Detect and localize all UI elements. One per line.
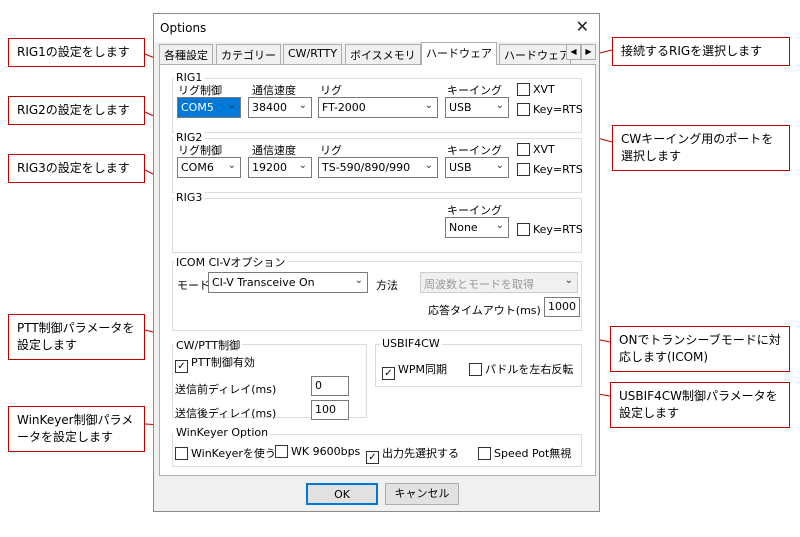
keying-header: キーイング	[447, 84, 502, 97]
ptt-pre-delay-field[interactable]: 0	[311, 376, 349, 396]
rig-header-2: リグ	[320, 144, 342, 157]
rig2-port-select[interactable]: COM6 ⌄	[177, 157, 241, 178]
tab-category[interactable]: カテゴリー	[216, 44, 281, 64]
rig3-keyrts-checkbox[interactable]: Key=RTS	[517, 223, 583, 236]
winkeyer-use-checkbox[interactable]: WinKeyerを使う	[175, 445, 276, 461]
annotation-usbif: USBIF4CW制御パラメータを設定します	[610, 382, 790, 428]
rig-header: リグ	[320, 84, 342, 97]
rig1-baud-select[interactable]: 38400 ⌄	[248, 97, 312, 118]
chevron-down-icon: ⌄	[354, 275, 363, 286]
icom-mode-select[interactable]: CI-V Transceive On ⌄	[208, 272, 368, 293]
annotation-cwkey: CWキーイング用のポートを選択します	[612, 125, 790, 171]
chevron-down-icon: ⌄	[495, 100, 504, 111]
winkeyer-label: WinKeyer Option	[174, 426, 271, 439]
icom-method-select[interactable]: 周波数とモードを取得 ⌄	[420, 272, 578, 293]
rig1-keying-select[interactable]: USB ⌄	[445, 97, 509, 118]
ok-button[interactable]: OK	[306, 483, 378, 505]
winkeyer-output-checkbox[interactable]: ✓ 出力先選択する	[366, 445, 459, 464]
tab-general[interactable]: 各種設定	[159, 44, 213, 64]
annotation-icom: ONでトランシーブモードに対応します(ICOM)	[610, 326, 790, 372]
rig1-xvt-checkbox[interactable]: XVT	[517, 83, 555, 96]
tab-scroll-right-icon[interactable]: ▶	[581, 44, 596, 60]
cancel-button[interactable]: キャンセル	[385, 483, 459, 505]
baud-header: 通信速度	[252, 84, 296, 97]
tab-cw-rtty[interactable]: CW/RTTY	[283, 44, 343, 64]
chevron-down-icon: ⌄	[424, 100, 433, 111]
rig2-keying-select[interactable]: USB ⌄	[445, 157, 509, 178]
usbif-wpm-sync-checkbox[interactable]: ✓ WPM同期	[382, 361, 447, 380]
icom-mode-label: モード	[177, 279, 210, 292]
rig2-keyrts-checkbox[interactable]: Key=RTS	[517, 163, 583, 176]
rig2-xvt-checkbox[interactable]: XVT	[517, 143, 555, 156]
rig-control-header: リグ制御	[178, 84, 222, 97]
rig1-port-select[interactable]: COM5 ⌄	[177, 97, 241, 118]
chevron-down-icon: ⌄	[564, 275, 573, 286]
usbif-paddle-swap-checkbox[interactable]: パドルを左右反転	[469, 361, 573, 377]
rig1-keyrts-checkbox[interactable]: Key=RTS	[517, 103, 583, 116]
rig1-rig-select[interactable]: FT-2000 ⌄	[318, 97, 438, 118]
rig3-label: RIG3	[174, 191, 205, 204]
chevron-down-icon: ⌄	[495, 160, 504, 171]
ptt-label: CW/PTT制御	[174, 337, 243, 353]
ptt-post-delay-field[interactable]: 100	[311, 400, 349, 420]
chevron-down-icon: ⌄	[298, 100, 307, 111]
rig2-baud-select[interactable]: 19200 ⌄	[248, 157, 312, 178]
annotation-connect: 接続するRIGを選択します	[612, 37, 790, 66]
chevron-down-icon: ⌄	[424, 160, 433, 171]
options-dialog: Options ✕ 各種設定 カテゴリー CW/RTTY ボイスメモリ ハードウ…	[153, 13, 600, 512]
icom-timeout-label: 応答タイムアウト(ms)	[428, 304, 541, 317]
icom-label: ICOM CI-Vオプション	[174, 254, 288, 270]
ptt-post-delay-label: 送信後ディレイ(ms)	[175, 407, 277, 420]
winkeyer-9600-checkbox[interactable]: WK 9600bps	[275, 445, 360, 458]
tab-strip: 各種設定 カテゴリー CW/RTTY ボイスメモリ ハードウェア ハードウェア …	[159, 42, 596, 65]
chevron-down-icon: ⌄	[298, 160, 307, 171]
keying-header-3: キーイング	[447, 204, 502, 217]
tab-hardware-2[interactable]: ハードウェア	[499, 44, 571, 64]
annotation-rig3: RIG3の設定をします	[8, 154, 145, 183]
dialog-title: Options	[160, 21, 207, 35]
annotation-rig1: RIG1の設定をします	[8, 38, 145, 67]
rig-control-header-2: リグ制御	[178, 144, 222, 157]
title-bar: Options ✕	[154, 14, 599, 42]
usbif-label: USBIF4CW	[380, 337, 442, 350]
tab-scroll-left-icon[interactable]: ◀	[566, 44, 581, 60]
chevron-down-icon: ⌄	[227, 100, 236, 111]
close-icon[interactable]: ✕	[576, 17, 589, 36]
annotation-winkeyer: WinKeyer制御パラメータを設定します	[8, 406, 145, 452]
annotation-rig2: RIG2の設定をします	[8, 96, 145, 125]
icom-method-label: 方法	[376, 279, 398, 292]
chevron-down-icon: ⌄	[227, 160, 236, 171]
keying-header-2: キーイング	[447, 144, 502, 157]
chevron-down-icon: ⌄	[495, 220, 504, 231]
icom-timeout-field[interactable]: 1000	[544, 297, 580, 317]
rig2-rig-select[interactable]: TS-590/890/990 ⌄	[318, 157, 438, 178]
hardware-panel: RIG1 リグ制御 通信速度 リグ キーイング COM5 ⌄ 38400 ⌄ FT-…	[159, 64, 596, 476]
tab-hardware[interactable]: ハードウェア	[421, 42, 497, 65]
tab-voice-memory[interactable]: ボイスメモリ	[345, 44, 421, 64]
ptt-enable-checkbox[interactable]: ✓ PTT制御有効	[175, 354, 255, 373]
annotation-ptt: PTT制御パラメータを設定します	[8, 314, 145, 360]
winkeyer-speedpot-checkbox[interactable]: Speed Pot無視	[478, 445, 571, 461]
rig3-keying-select[interactable]: None ⌄	[445, 217, 509, 238]
baud-header-2: 通信速度	[252, 144, 296, 157]
ptt-pre-delay-label: 送信前ディレイ(ms)	[175, 383, 277, 396]
